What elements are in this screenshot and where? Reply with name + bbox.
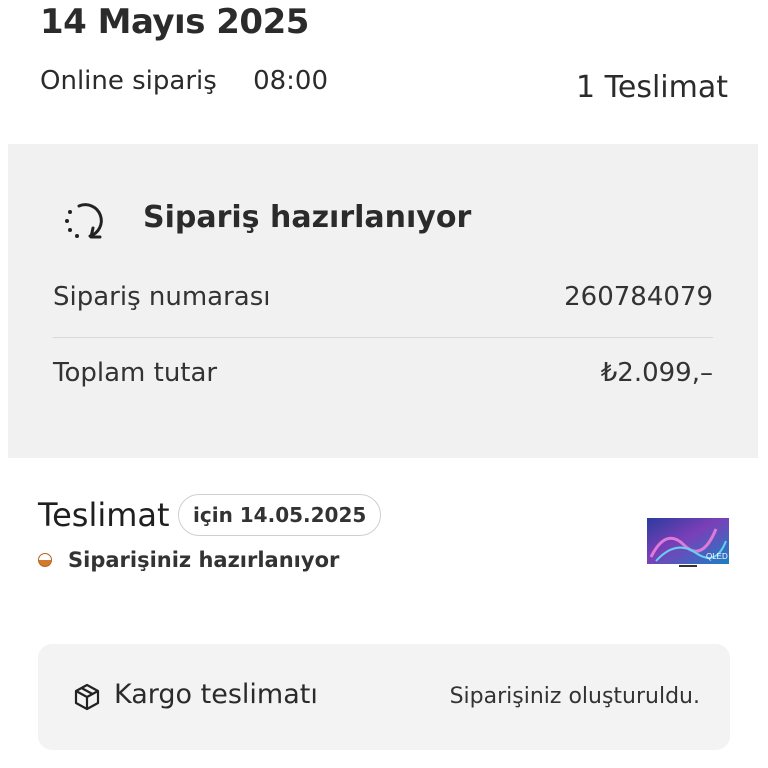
product-thumbnail[interactable]: QLED <box>646 517 730 571</box>
shipping-status: Siparişiniz oluşturuldu. <box>449 684 700 709</box>
total-amount-value: ₺2.099,– <box>600 358 713 388</box>
delivery-status-text: Siparişiniz hazırlanıyor <box>68 548 340 572</box>
delivery-title: Teslimat <box>38 496 170 534</box>
delivery-count: 1 Teslimat <box>576 70 728 105</box>
date-title: 14 Mayıs 2025 <box>40 2 309 42</box>
half-circle-status-icon <box>38 553 52 567</box>
total-amount-row: Toplam tutar ₺2.099,– <box>53 358 713 388</box>
delivery-status: Siparişiniz hazırlanıyor <box>38 548 339 572</box>
status-panel: Sipariş hazırlanıyor Sipariş numarası 26… <box>8 144 758 458</box>
order-number-row: Sipariş numarası 260784079 <box>53 282 713 312</box>
order-meta: Online sipariş 08:00 <box>40 66 328 96</box>
shipping-card[interactable]: Kargo teslimatı Siparişiniz oluşturuldu. <box>38 644 730 750</box>
order-type: Online sipariş <box>40 66 217 96</box>
order-number-value: 260784079 <box>564 282 713 312</box>
status-title: Sipariş hazırlanıyor <box>143 200 472 235</box>
loading-refresh-icon <box>65 203 103 239</box>
order-time: 08:00 <box>253 66 328 96</box>
total-amount-label: Toplam tutar <box>53 358 218 388</box>
delivery-date-chip: için 14.05.2025 <box>178 494 382 536</box>
qled-badge: QLED <box>706 552 728 561</box>
shipping-label: Kargo teslimatı <box>114 679 318 710</box>
order-number-label: Sipariş numarası <box>53 282 271 312</box>
divider <box>53 337 713 338</box>
package-box-icon <box>74 683 100 711</box>
